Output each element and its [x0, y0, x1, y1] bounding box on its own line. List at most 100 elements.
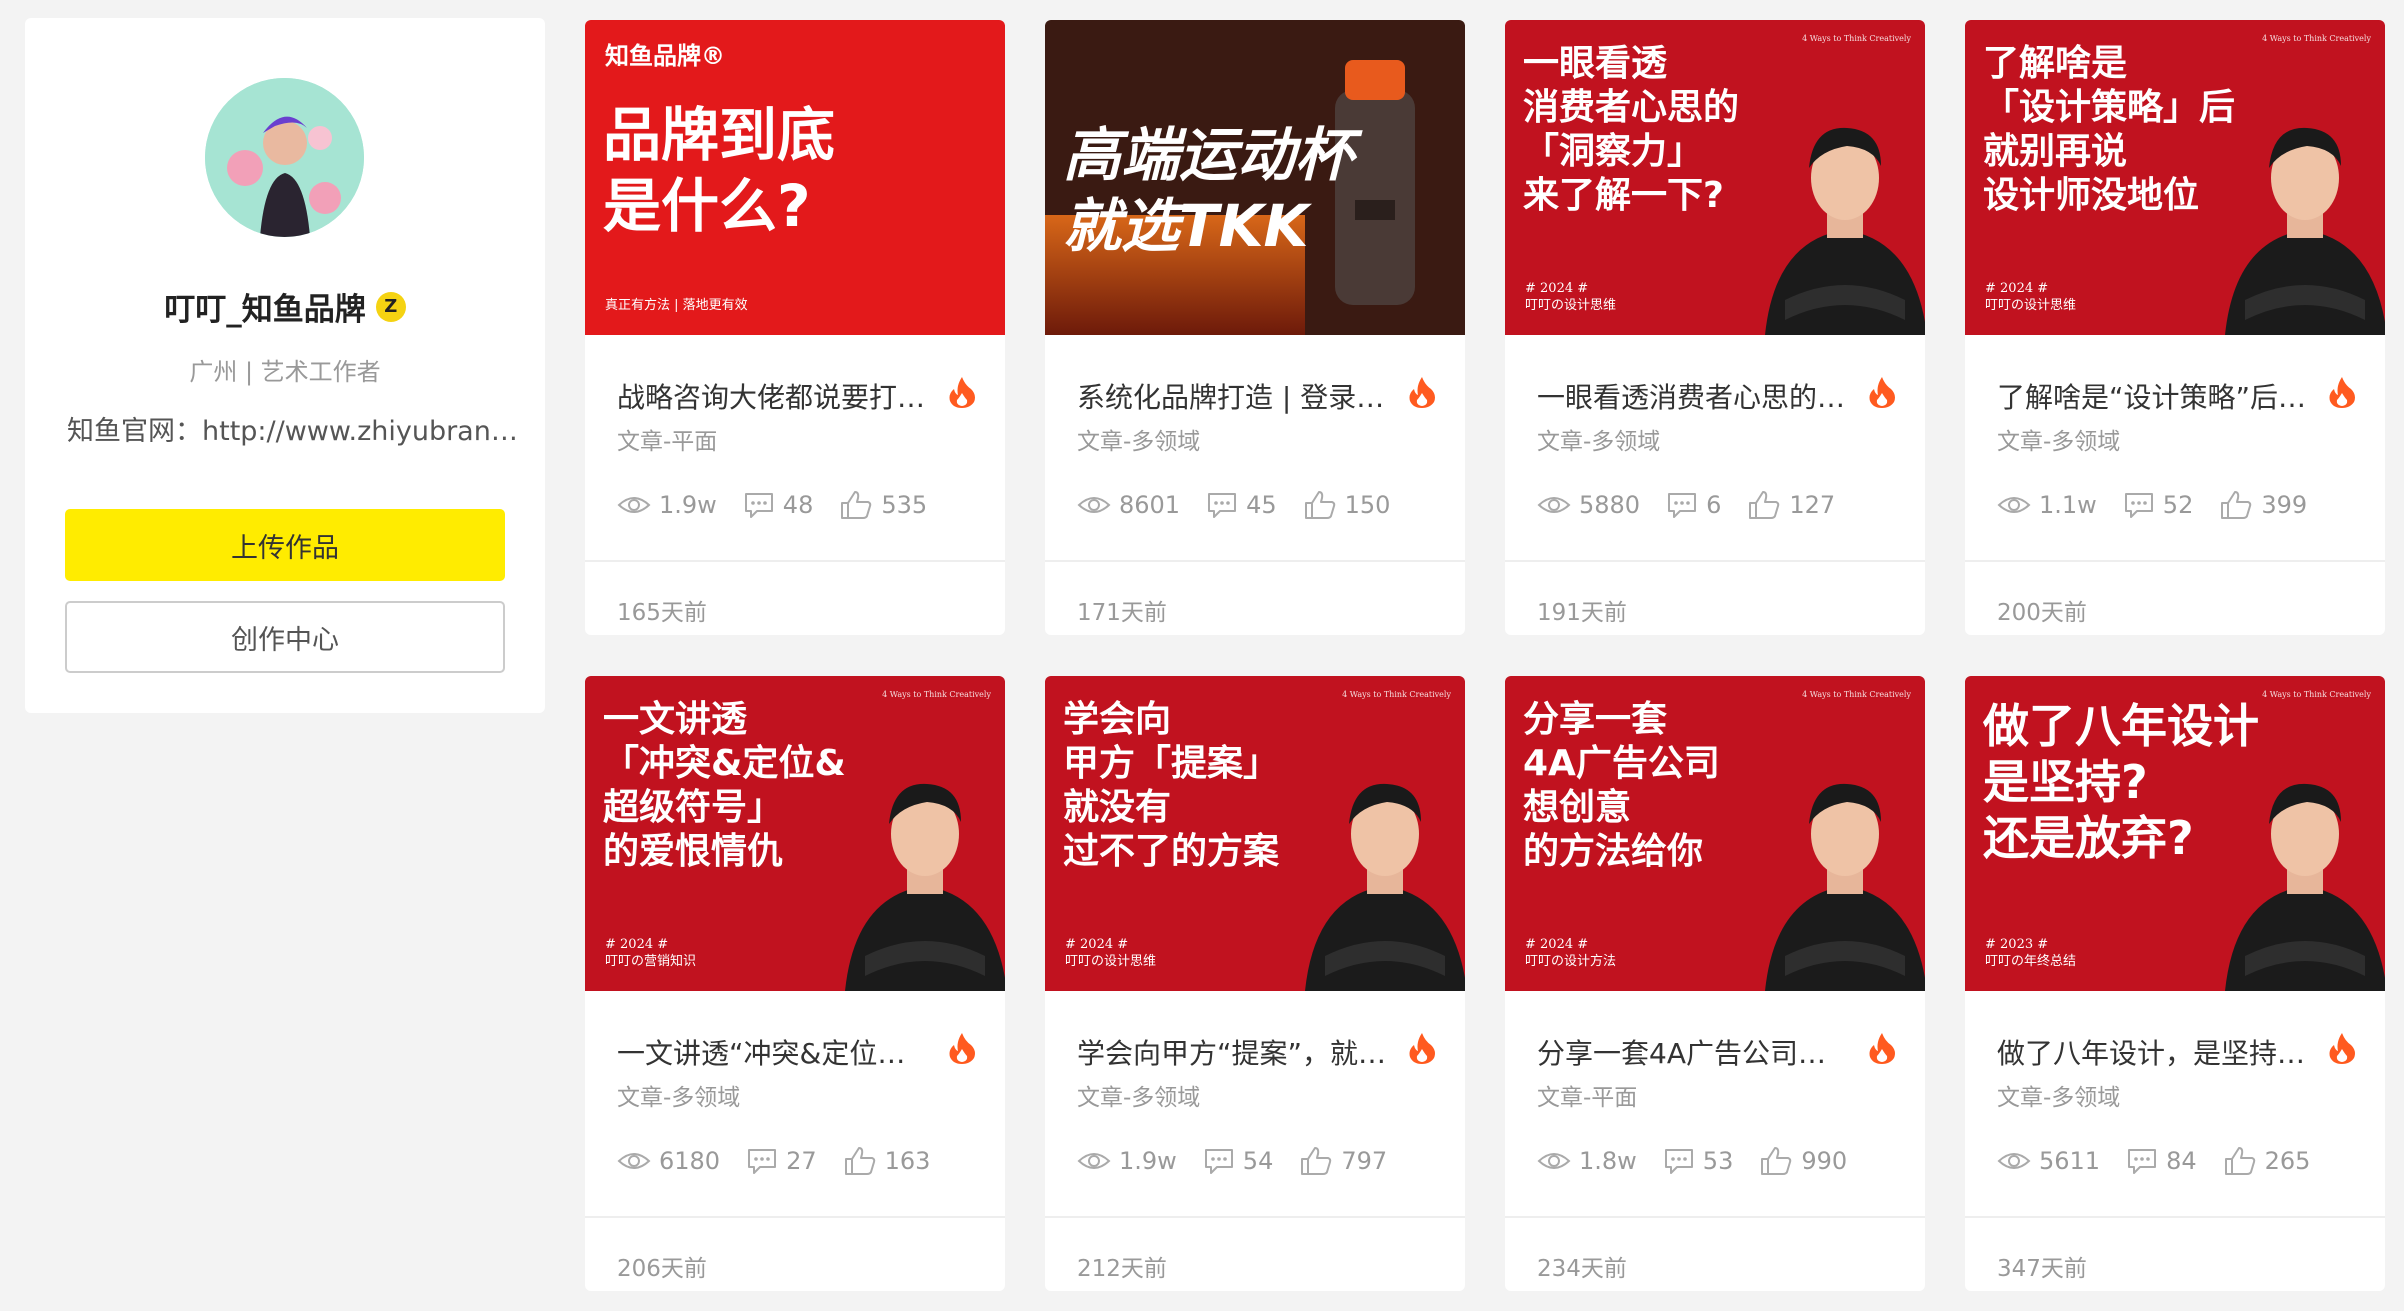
comment-icon [1203, 1147, 1243, 1175]
work-title[interactable]: 做了八年设计，是坚持还是放弃？ [1997, 1032, 2307, 1072]
work-title[interactable]: 一文讲透“冲突&定位&超级符号” [617, 1032, 927, 1072]
like-count-value: 265 [2264, 1147, 2311, 1175]
comment-icon [746, 1147, 786, 1175]
work-category: 文章-多领域 [617, 1085, 741, 1111]
work-stats: 6180 27 163 [617, 1146, 956, 1176]
thumb-headline-line: 品牌到底 [603, 101, 836, 169]
work-card[interactable]: 4 Ways to Think Creatively 学会向 甲方「提案」 就没有 过不… [1045, 676, 1465, 1291]
thumb-headline-line: 就没有 [1063, 786, 1172, 828]
work-category: 文章-多领域 [1077, 429, 1201, 455]
thumb-headline: 分享一套 4A广告公司 想创意 的方法给你 [1523, 698, 1775, 874]
work-card[interactable]: 高端运动杯就选TKK 系统化品牌打造 | 登录页面设计文章-多领域 8601 45 15… [1045, 20, 1465, 635]
work-stats: 5611 84 265 [1997, 1146, 2336, 1176]
creator-center-button[interactable]: 创作中心 [65, 601, 505, 673]
work-category: 文章-多领域 [1997, 1085, 2121, 1111]
like-count-value: 127 [1789, 491, 1836, 519]
profile-name-text: 叮叮_知鱼品牌 [164, 292, 366, 328]
work-title[interactable]: 战略咨询大佬都说要打造品牌 [617, 376, 927, 416]
like-count[interactable]: 265 [2223, 1146, 2311, 1176]
like-count[interactable]: 150 [1303, 490, 1391, 520]
view-count: 1.8w [1537, 1147, 1637, 1175]
thumbs-up-icon [839, 490, 881, 520]
work-publish-time: 347天前 [1997, 1256, 2087, 1282]
work-title[interactable]: 学会向甲方“提案”，就没有过不了的方案 [1077, 1032, 1387, 1072]
profile-website-link[interactable]: 知鱼官网：http://www.zhiyubrand.com [67, 409, 527, 448]
work-title[interactable]: 分享一套4A广告公司想创意的方法 [1537, 1032, 1847, 1072]
work-card[interactable]: 4 Ways to Think Creatively 分享一套 4A广告公司 想创意的… [1505, 676, 1925, 1291]
thumb-series-name: 叮叮の营销知识 [605, 954, 697, 970]
comment-count[interactable]: 54 [1203, 1147, 1273, 1175]
view-count-value: 1.9w [659, 491, 717, 519]
avatar[interactable] [205, 78, 364, 237]
work-thumbnail[interactable]: 4 Ways to Think Creatively 一文讲透 「冲突&定位& 超级符… [585, 676, 1005, 991]
like-count[interactable]: 797 [1299, 1146, 1387, 1176]
comment-count[interactable]: 52 [2123, 491, 2193, 519]
view-count: 1.9w [1077, 1147, 1177, 1175]
eye-icon [1537, 1150, 1579, 1172]
view-count: 8601 [1077, 491, 1180, 519]
like-count[interactable]: 535 [839, 490, 927, 520]
like-count[interactable]: 399 [2219, 490, 2307, 520]
author-photo [1295, 746, 1465, 991]
work-thumbnail[interactable]: 高端运动杯 就选TKK [1045, 20, 1465, 335]
thumb-series-name: 叮叮の设计方法 [1525, 954, 1617, 970]
work-thumbnail[interactable]: 4 Ways to Think Creatively 做了八年设计 是坚持? 还是放弃… [1965, 676, 2385, 991]
comment-count[interactable]: 48 [743, 491, 813, 519]
thumb-series-name: 叮叮の设计思维 [1985, 298, 2077, 314]
work-card[interactable]: 4 Ways to Think Creatively 做了八年设计 是坚持? 还是放弃… [1965, 676, 2385, 1291]
work-card[interactable]: 4 Ways to Think Creatively 一眼看透 消费者心思的 「洞察力… [1505, 20, 1925, 635]
work-publish-time: 165天前 [617, 600, 707, 626]
thumb-headline-line: 想创意 [1523, 786, 1632, 828]
work-card[interactable]: 4 Ways to Think Creatively 一文讲透 「冲突&定位& 超级符… [585, 676, 1005, 1291]
thumb-headline-line: 过不了的方案 [1063, 830, 1280, 872]
thumbs-up-icon [1303, 490, 1345, 520]
like-count-value: 990 [1801, 1147, 1848, 1175]
work-title[interactable]: 了解啥是“设计策略”后就别再说 [1997, 376, 2307, 416]
work-stats: 1.9w 54 797 [1077, 1146, 1413, 1176]
comment-count[interactable]: 6 [1666, 491, 1721, 519]
thumb-series-name: 叮叮の设计思维 [1525, 298, 1617, 314]
work-thumbnail[interactable]: 4 Ways to Think Creatively 学会向 甲方「提案」 就没有 过不… [1045, 676, 1465, 991]
like-count-value: 163 [884, 1147, 931, 1175]
work-title[interactable]: 系统化品牌打造 | 登录页面设计 [1077, 376, 1387, 416]
work-stats: 1.1w 52 399 [1997, 490, 2333, 520]
comment-count-value: 6 [1706, 491, 1722, 519]
comment-count[interactable]: 45 [1206, 491, 1277, 519]
comment-icon [1206, 491, 1246, 519]
like-count[interactable]: 127 [1747, 490, 1835, 520]
view-count-value: 1.9w [1119, 1147, 1177, 1175]
work-card[interactable]: 4 Ways to Think Creatively 了解啥是 「设计策略」后 就别再… [1965, 20, 2385, 635]
work-thumbnail[interactable]: 4 Ways to Think Creatively 分享一套 4A广告公司 想创意的… [1505, 676, 1925, 991]
card-divider [585, 1216, 1005, 1218]
work-publish-time: 234天前 [1537, 1256, 1627, 1282]
work-title[interactable]: 一眼看透消费者心思的洞察力 [1537, 376, 1847, 416]
work-category: 文章-多领域 [1077, 1085, 1201, 1111]
thumb-headline: 学会向 甲方「提案」 就没有 过不了的方案 [1063, 698, 1315, 874]
thumbs-up-icon [1747, 490, 1789, 520]
work-thumbnail[interactable]: 4 Ways to Think Creatively 了解啥是 「设计策略」后 就别再… [1965, 20, 2385, 335]
work-publish-time: 212天前 [1077, 1256, 1167, 1282]
work-thumbnail[interactable]: 知鱼品牌® 品牌到底 是什么? 真正有方法 | 落地更有效 [585, 20, 1005, 335]
upload-work-button[interactable]: 上传作品 [65, 509, 505, 581]
comment-icon [1663, 1147, 1703, 1175]
thumb-corner-text: 4 Ways to Think Creatively [1342, 690, 1451, 699]
thumb-headline-line: 做了八年设计 [1983, 699, 2259, 753]
work-card[interactable]: 知鱼品牌® 品牌到底是什么? 真正有方法 | 落地更有效战略咨询大佬都说要打造品牌文… [585, 20, 1005, 635]
thumb-headline-line: 「设计策略」后 [1983, 86, 2236, 128]
thumb-headline: 了解啥是 「设计策略」后 就别再说 设计师没地位 [1983, 42, 2235, 218]
comment-count[interactable]: 84 [2126, 1147, 2197, 1175]
comment-count[interactable]: 53 [1663, 1147, 1733, 1175]
card-divider [585, 560, 1005, 562]
comment-count[interactable]: 27 [746, 1147, 817, 1175]
work-thumbnail[interactable]: 4 Ways to Think Creatively 一眼看透 消费者心思的 「洞察力… [1505, 20, 1925, 335]
thumb-headline-line: 来了解一下? [1523, 174, 1724, 216]
verified-badge-icon: Z [375, 291, 406, 322]
like-count[interactable]: 163 [843, 1146, 931, 1176]
like-count[interactable]: 990 [1759, 1146, 1847, 1176]
thumb-headline-line: 就选TKK [1063, 191, 1309, 260]
comment-count-value: 27 [786, 1147, 817, 1175]
like-count-value: 150 [1344, 491, 1391, 519]
work-stats: 8601 45 150 [1077, 490, 1416, 520]
thumb-headline-line: 甲方「提案」 [1063, 742, 1280, 784]
thumbs-up-icon [843, 1146, 885, 1176]
